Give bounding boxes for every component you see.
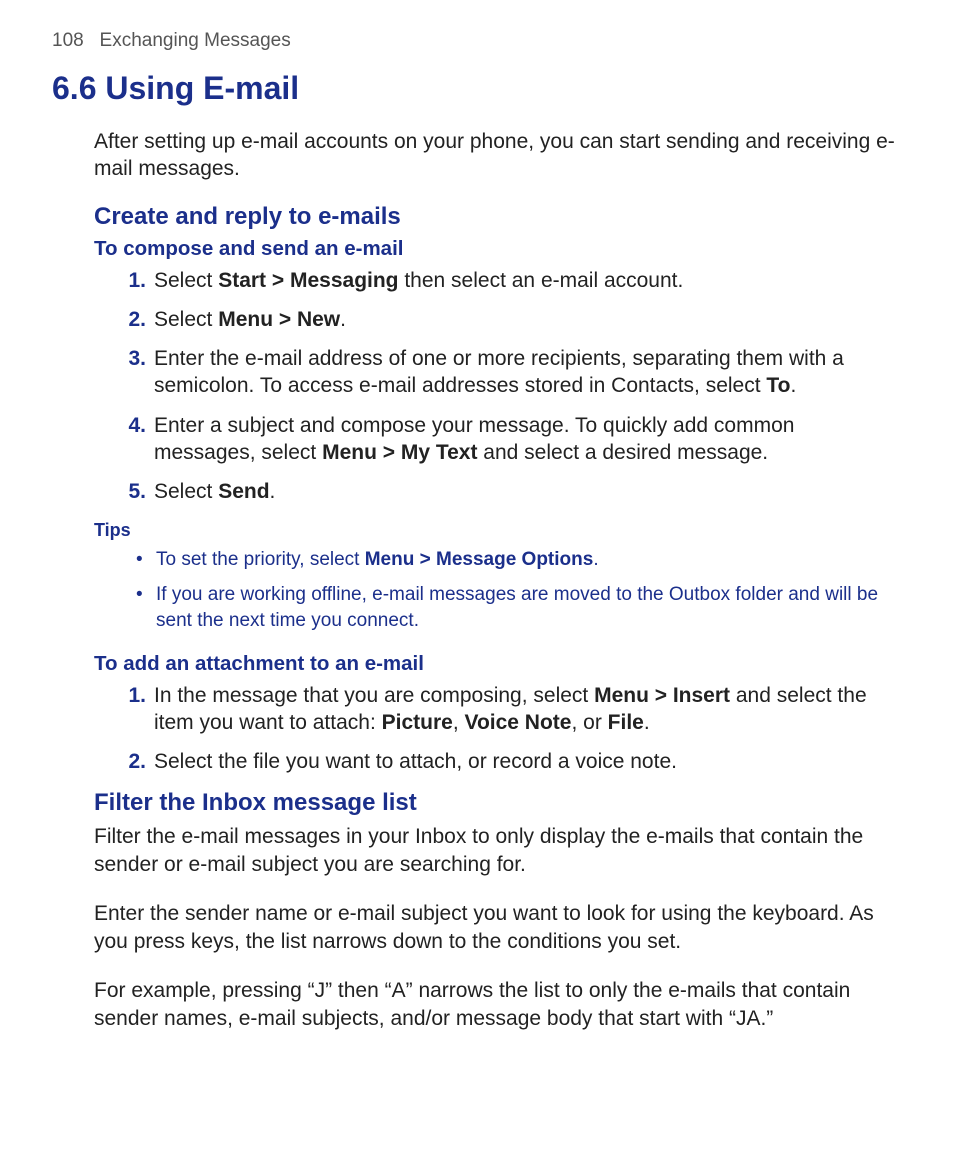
chapter-title — [89, 30, 100, 51]
page-container: 108 Exchanging Messages 6.6 Using E-mail… — [0, 0, 954, 1033]
filter-para-1: Filter the e-mail messages in your Inbox… — [94, 823, 898, 879]
steps-compose: 1. Select Start > Messaging then select … — [94, 267, 898, 506]
step-5: 5. Select Send. — [94, 478, 898, 505]
section-title: 6.6 Using E-mail — [52, 70, 898, 107]
steps-attachment: 1. In the message that you are composing… — [94, 682, 898, 776]
step-number: 1. — [118, 267, 146, 294]
subsection-title-create: Create and reply to e-mails — [94, 203, 898, 231]
step-number: 4. — [118, 412, 146, 439]
filter-para-3: For example, pressing “J” then “A” narro… — [94, 977, 898, 1033]
step-number: 1. — [118, 682, 146, 709]
tips-label: Tips — [94, 520, 898, 541]
filter-para-2: Enter the sender name or e-mail subject … — [94, 900, 898, 956]
intro-paragraph: After setting up e-mail accounts on your… — [94, 128, 898, 183]
subsection-title-filter: Filter the Inbox message list — [94, 789, 898, 817]
procedure-title-compose: To compose and send an e-mail — [94, 237, 898, 261]
page-header: 108 Exchanging Messages — [52, 30, 898, 52]
step-2: 2. Select the file you want to attach, o… — [94, 748, 898, 775]
procedure-title-attachment: To add an attachment to an e-mail — [94, 652, 898, 676]
step-3: 3. Enter the e-mail address of one or mo… — [94, 345, 898, 400]
step-number: 5. — [118, 478, 146, 505]
step-2: 2. Select Menu > New. — [94, 306, 898, 333]
step-1: 1. Select Start > Messaging then select … — [94, 267, 898, 294]
step-number: 3. — [118, 345, 146, 372]
chapter-name: Exchanging Messages — [100, 30, 291, 51]
step-number: 2. — [118, 306, 146, 333]
step-4: 4. Enter a subject and compose your mess… — [94, 412, 898, 467]
step-1: 1. In the message that you are composing… — [94, 682, 898, 737]
step-number: 2. — [118, 748, 146, 775]
page-number: 108 — [52, 30, 84, 51]
tip-1: To set the priority, select Menu > Messa… — [94, 547, 898, 573]
tips-list: To set the priority, select Menu > Messa… — [94, 547, 898, 634]
tip-2: If you are working offline, e-mail messa… — [94, 582, 898, 633]
